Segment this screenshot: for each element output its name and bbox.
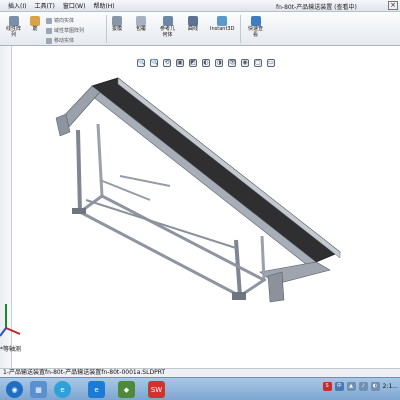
zoom-fit-icon[interactable]: 🔍 <box>137 59 145 67</box>
rib-icon <box>30 16 40 26</box>
close-button[interactable]: × <box>388 1 398 10</box>
start-button[interactable]: ◉ <box>6 381 23 398</box>
foot-front <box>72 208 86 214</box>
menu-insert[interactable]: 插入(I) <box>4 1 30 10</box>
ime-icon[interactable]: 中 <box>334 382 344 391</box>
hide-show-icon[interactable]: ◑ <box>215 59 223 67</box>
side-frame-near <box>91 85 317 273</box>
command-manager: 线性阵 列 筋 镜向实体 域性草图阵列 移动实体 拔模 包覆 参考几 何体 曲线… <box>0 12 400 46</box>
heads-up-toolbar: 🔍 🔍 ⟲ ▣ ◩ ◐ ◑ 👁 ◉ ▢ ▭ <box>137 57 275 69</box>
toolbar-separator <box>106 15 107 43</box>
volume-icon[interactable]: ♪ <box>358 382 368 391</box>
move-body-item[interactable]: 移动实体 <box>46 37 74 44</box>
status-bar: 1-产品输送装置fn-80t-产品输送装置fn-80t-0001a.SLDPRT <box>0 368 400 377</box>
draft-button[interactable]: 拔模 <box>112 16 122 32</box>
express-view-icon <box>250 16 261 26</box>
tray-app-icon[interactable]: S <box>322 382 332 391</box>
reference-geometry-icon <box>162 16 173 26</box>
document-title: fn-80t-产品输送装置 (查看中) <box>276 4 357 11</box>
express-view-button[interactable]: 快速查 看 <box>248 16 263 38</box>
menu-bar: 插入(I) 工具(T) 窗口(W) 帮助(H) fn-80t-产品输送装置 (查… <box>0 0 400 12</box>
foot-rear <box>232 292 246 300</box>
ie-icon[interactable]: e <box>88 381 105 398</box>
front-leg-far <box>96 123 104 197</box>
linear-pattern-icon <box>8 16 19 26</box>
solidworks-icon[interactable]: SW <box>148 381 165 398</box>
reference-geometry-button[interactable]: 参考几 何体 <box>160 16 175 38</box>
z-axis <box>0 327 7 337</box>
belt-surface <box>91 77 341 263</box>
side-frame-far <box>117 77 341 259</box>
browser-icon[interactable]: e <box>54 381 71 398</box>
upper-brace <box>119 175 171 187</box>
clock: 2:1... <box>382 383 398 390</box>
view-label: *等轴测 <box>0 346 22 353</box>
zoom-area-icon[interactable]: 🔍 <box>150 59 158 67</box>
network-icon[interactable]: ◐ <box>370 382 380 391</box>
section-view-icon[interactable]: ▣ <box>176 59 184 67</box>
linear-pattern-button[interactable]: 线性阵 列 <box>6 16 21 38</box>
front-leg-near <box>76 129 82 213</box>
conveyor-model <box>55 77 341 303</box>
view-orientation-icon[interactable]: ◩ <box>189 59 197 67</box>
move-icon <box>46 37 52 44</box>
appearance-icon[interactable]: 👁 <box>228 59 237 67</box>
curves-icon <box>188 16 198 26</box>
head-end-plate <box>267 271 285 303</box>
view-settings-icon[interactable]: ▢ <box>254 59 262 67</box>
curves-button[interactable]: 曲线 <box>188 16 198 32</box>
instant3d-button[interactable]: Instant3D <box>210 16 234 32</box>
menu-tools[interactable]: 工具(T) <box>30 1 58 10</box>
tray-expand-icon[interactable]: ▲ <box>346 382 356 391</box>
rib-button[interactable]: 筋 <box>30 16 40 32</box>
taskbar: ◉ ▦ e e ◆ SW S 中 ▲ ♪ ◐ 2:1... <box>0 377 400 400</box>
menu-window[interactable]: 窗口(W) <box>59 1 90 10</box>
explorer-icon[interactable]: ▦ <box>30 381 47 398</box>
mirror-body-item[interactable]: 镜向实体 <box>46 17 74 24</box>
rear-leg-far <box>260 235 266 281</box>
instant3d-icon <box>217 16 228 26</box>
sketch-pattern-item[interactable]: 域性草图阵列 <box>46 27 84 34</box>
wrap-icon <box>136 16 146 26</box>
previous-view-icon[interactable]: ⟲ <box>163 59 171 67</box>
mirror-icon <box>46 17 52 24</box>
monitor-icon[interactable]: ▭ <box>267 59 275 67</box>
scene-icon[interactable]: ◉ <box>241 59 249 67</box>
app-icon[interactable]: ◆ <box>118 381 135 398</box>
x-axis <box>5 327 21 335</box>
menu-help[interactable]: 帮助(H) <box>89 1 118 10</box>
draft-icon <box>112 16 122 26</box>
orientation-triad <box>0 304 21 337</box>
display-style-icon[interactable]: ◐ <box>202 59 210 67</box>
wrap-button[interactable]: 包覆 <box>136 16 146 32</box>
diagonal-brace <box>85 199 237 249</box>
system-tray: S 中 ▲ ♪ ◐ 2:1... <box>322 382 398 391</box>
pattern-icon <box>46 27 52 34</box>
cross-brace <box>99 179 151 201</box>
graphics-area[interactable]: 🔍 🔍 ⟲ ▣ ◩ ◐ ◑ 👁 ◉ ▢ ▭ <box>12 46 400 368</box>
toolbar-separator <box>240 15 241 43</box>
